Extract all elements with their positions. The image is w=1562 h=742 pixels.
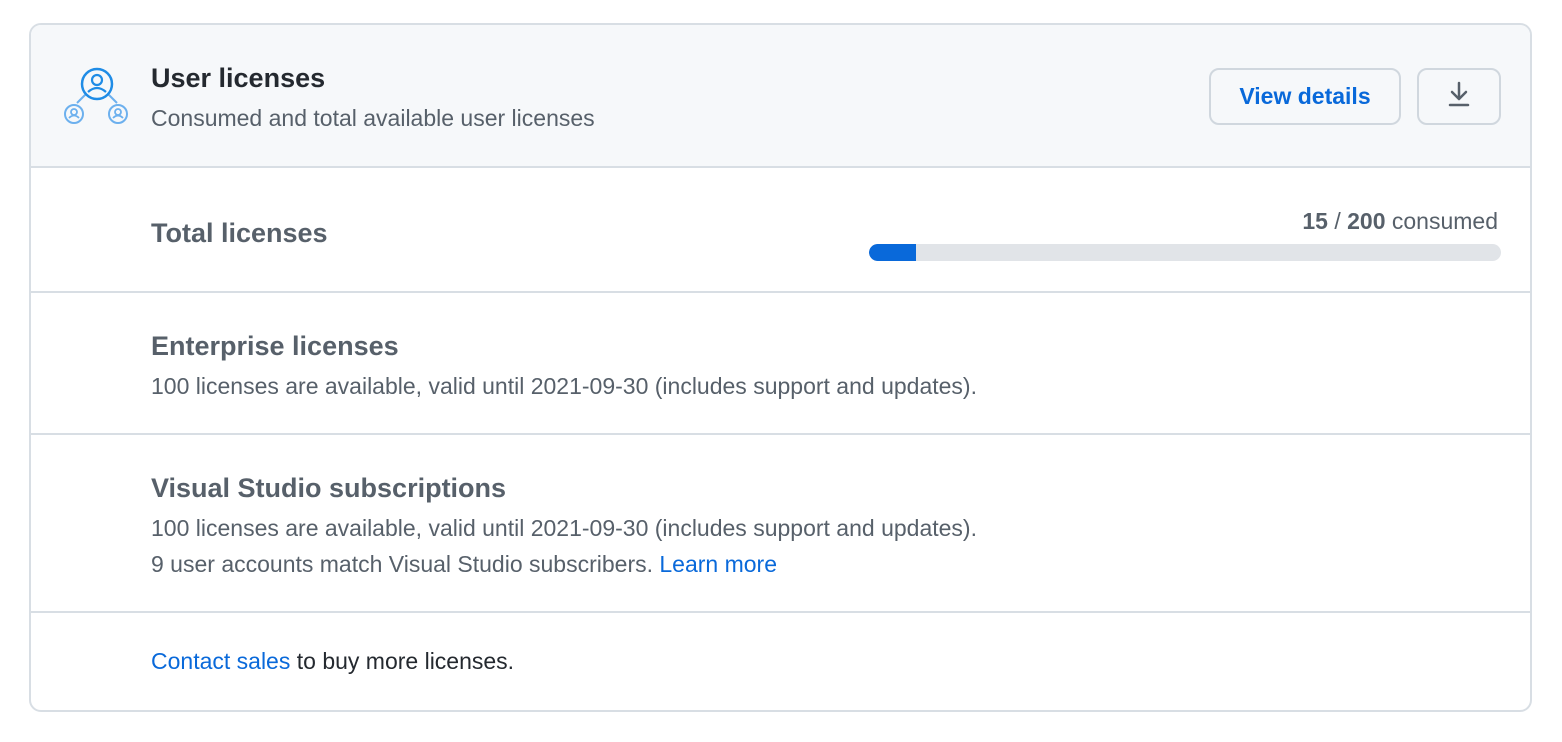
users-network-icon bbox=[61, 67, 131, 127]
license-progress-bar bbox=[869, 244, 1501, 261]
total-count: 200 bbox=[1347, 208, 1386, 234]
user-licenses-card: User licenses Consumed and total availab… bbox=[29, 23, 1532, 712]
visual-studio-description: 100 licenses are available, valid until … bbox=[151, 515, 977, 541]
card-header: User licenses Consumed and total availab… bbox=[31, 25, 1530, 168]
total-licenses-row: Total licenses 15 / 200 consumed bbox=[31, 168, 1530, 293]
consumed-count: 15 bbox=[1302, 208, 1328, 234]
enterprise-licenses-description: 100 licenses are available, valid until … bbox=[151, 373, 977, 399]
visual-studio-match-line: 9 user accounts match Visual Studio subs… bbox=[151, 551, 777, 578]
card-subtitle: Consumed and total available user licens… bbox=[151, 105, 595, 131]
license-progress-fill bbox=[869, 244, 917, 261]
contact-suffix: to buy more licenses. bbox=[290, 648, 515, 674]
visual-studio-match-text: 9 user accounts match Visual Studio subs… bbox=[151, 551, 660, 577]
learn-more-link[interactable]: Learn more bbox=[659, 551, 777, 577]
contact-line: Contact sales to buy more licenses. bbox=[151, 648, 514, 675]
download-button[interactable] bbox=[1417, 68, 1501, 125]
view-details-button[interactable]: View details bbox=[1209, 68, 1401, 125]
visual-studio-row: Visual Studio subscriptions 100 licenses… bbox=[31, 435, 1530, 613]
visual-studio-heading: Visual Studio subscriptions bbox=[151, 473, 507, 503]
consumed-summary: 15 / 200 consumed bbox=[1302, 208, 1498, 235]
consumed-separator: / bbox=[1327, 208, 1348, 234]
total-licenses-heading: Total licenses bbox=[151, 218, 328, 248]
consumed-suffix: consumed bbox=[1385, 208, 1498, 234]
enterprise-licenses-heading: Enterprise licenses bbox=[151, 331, 399, 361]
enterprise-licenses-row: Enterprise licenses 100 licenses are ava… bbox=[31, 293, 1530, 435]
contact-row: Contact sales to buy more licenses. bbox=[31, 613, 1530, 710]
card-title: User licenses bbox=[151, 63, 326, 93]
contact-sales-link[interactable]: Contact sales bbox=[151, 648, 290, 674]
download-icon bbox=[1448, 81, 1470, 112]
